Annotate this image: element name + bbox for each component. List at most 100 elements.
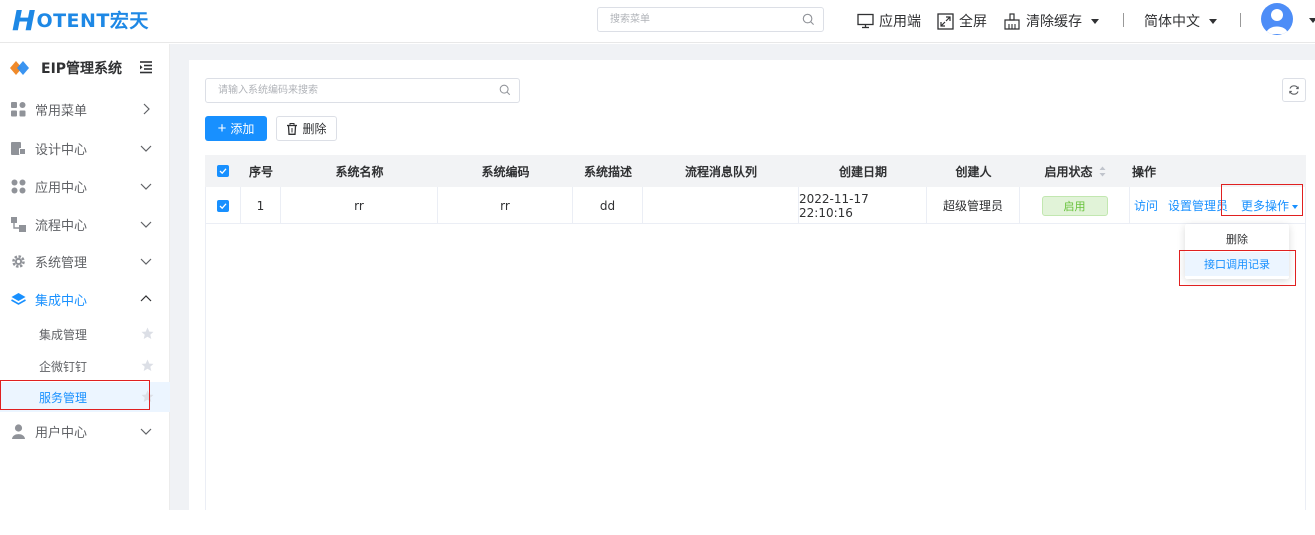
logo-text: OTENT宏天: [36, 10, 149, 32]
column-header-status-label: 启用状态: [1044, 164, 1093, 179]
chevron-down-icon: [140, 425, 152, 441]
cell-name-link[interactable]: rr: [281, 187, 438, 224]
clear-cache-button[interactable]: 清除缓存: [1003, 10, 1099, 32]
sidebar-item-label: 系统管理: [35, 255, 88, 271]
chevron-up-icon: [140, 293, 152, 309]
sidebar-item-system-management[interactable]: 系统管理: [0, 242, 170, 280]
diamond-logo-icon: [10, 61, 32, 75]
column-header-operations: 操作: [1132, 164, 1157, 179]
sidebar-item-design-center[interactable]: 设计中心: [0, 129, 170, 167]
cell-desc: dd: [573, 187, 643, 224]
column-header-creator: 创建人: [955, 164, 992, 179]
monitor-icon: [857, 13, 874, 29]
column-header-desc: 系统描述: [583, 164, 632, 179]
table-row: 1 rr rr dd 2022-11-17 22:10:16 超级管理员 启用 …: [205, 187, 1306, 224]
sidebar-item-label: 常用菜单: [35, 103, 88, 119]
sidebar-subitem-label: 企微钉钉: [39, 359, 88, 374]
highlight-box-service-management: [0, 380, 150, 410]
app-end-button[interactable]: 应用端: [857, 10, 921, 32]
broom-icon: [1003, 12, 1021, 30]
cell-queue: [643, 187, 799, 224]
app-end-label: 应用端: [879, 14, 921, 30]
highlight-box-api-call-log: [1179, 250, 1296, 286]
system-code-search-input[interactable]: [218, 79, 498, 102]
sidebar-item-user-center[interactable]: 用户中心: [0, 412, 170, 450]
sidebar-subitem-integration-management[interactable]: 集成管理: [0, 319, 170, 349]
layers-icon: [11, 292, 26, 307]
user-avatar[interactable]: [1261, 3, 1293, 35]
fullscreen-icon: [937, 12, 954, 30]
avatar-chevron-down-icon[interactable]: [1309, 18, 1315, 23]
cell-created: 2022-11-17 22:10:16: [799, 187, 927, 224]
search-icon[interactable]: [499, 84, 511, 100]
column-header-index: 序号: [248, 164, 273, 179]
user-icon: [11, 424, 26, 439]
star-icon[interactable]: [141, 327, 154, 344]
system-code-search-box: [205, 78, 520, 103]
chevron-right-icon: [140, 103, 152, 119]
sidebar-subitem-wecom-dingtalk[interactable]: 企微钉钉: [0, 351, 170, 381]
refresh-icon: [1288, 84, 1300, 96]
fullscreen-label: 全屏: [959, 14, 987, 30]
column-header-status[interactable]: 启用状态: [1020, 155, 1130, 187]
chevron-down-icon: [140, 218, 152, 234]
status-badge: 启用: [1041, 195, 1108, 216]
menu-search-box: [597, 7, 824, 32]
chevron-down-icon: [1091, 18, 1099, 24]
sidebar-item-label: 流程中心: [35, 218, 88, 234]
system-title-text: EIP管理系统: [41, 61, 123, 77]
delete-button[interactable]: 删除: [276, 116, 337, 141]
visit-link[interactable]: 访问: [1134, 197, 1158, 214]
fullscreen-button[interactable]: 全屏: [937, 10, 987, 32]
language-select[interactable]: 简体中文: [1144, 10, 1217, 32]
apps-icon: [11, 179, 26, 194]
add-button-label: 添加: [230, 122, 255, 136]
row-checkbox[interactable]: [205, 187, 241, 224]
menu-search-input[interactable]: [610, 8, 800, 31]
sidebar-item-label: 集成中心: [35, 293, 88, 309]
header-divider: [1123, 13, 1124, 27]
sidebar-subitem-label: 集成管理: [39, 327, 88, 342]
header-divider: [1240, 13, 1241, 27]
design-icon: [11, 141, 26, 156]
search-icon[interactable]: [802, 13, 815, 30]
select-all-checkbox[interactable]: [205, 155, 241, 187]
highlight-box-more-actions: [1221, 184, 1303, 216]
chevron-down-icon: [140, 255, 152, 271]
sidebar-item-integration-center[interactable]: 集成中心: [0, 280, 170, 318]
cell-status: 启用: [1020, 187, 1130, 224]
grid-icon: [11, 102, 26, 117]
checkbox-checked-icon: [216, 199, 229, 212]
star-icon[interactable]: [141, 359, 154, 376]
column-header-code: 系统编码: [481, 164, 530, 179]
sidebar-item-app-center[interactable]: 应用中心: [0, 167, 170, 205]
chevron-down-icon: [140, 180, 152, 196]
system-title: EIP管理系统: [10, 56, 152, 80]
trash-icon: [286, 122, 298, 135]
sidebar-item-process-center[interactable]: 流程中心: [0, 205, 170, 243]
logo-mark: H: [12, 4, 36, 37]
sort-icon[interactable]: [1099, 166, 1106, 177]
chevron-down-icon: [140, 142, 152, 158]
sidebar-item-label: 设计中心: [35, 142, 88, 158]
sidebar-item-common-menu[interactable]: 常用菜单: [0, 90, 170, 128]
flow-icon: [11, 217, 26, 232]
column-header-name: 系统名称: [335, 164, 384, 179]
dropdown-item-delete[interactable]: 删除: [1185, 227, 1289, 251]
chevron-down-icon: [1209, 18, 1217, 24]
language-label: 简体中文: [1144, 14, 1200, 30]
plus-icon: +: [217, 119, 227, 137]
gear-icon: [11, 254, 26, 269]
menu-fold-icon[interactable]: [139, 60, 153, 78]
set-admin-link[interactable]: 设置管理员: [1168, 197, 1228, 214]
refresh-button[interactable]: [1282, 78, 1306, 102]
column-header-created: 创建日期: [838, 164, 887, 179]
clear-cache-label: 清除缓存: [1026, 14, 1082, 30]
hotent-logo[interactable]: H OTENT宏天: [12, 6, 149, 36]
sidebar-item-label: 用户中心: [35, 425, 88, 441]
cell-code: rr: [438, 187, 573, 224]
top-header: H OTENT宏天 应用端 全屏 清除缓存 简体中文: [0, 0, 1315, 43]
delete-button-label: 删除: [302, 122, 327, 136]
cell-index: 1: [241, 187, 281, 224]
add-button[interactable]: + 添加: [205, 116, 267, 141]
